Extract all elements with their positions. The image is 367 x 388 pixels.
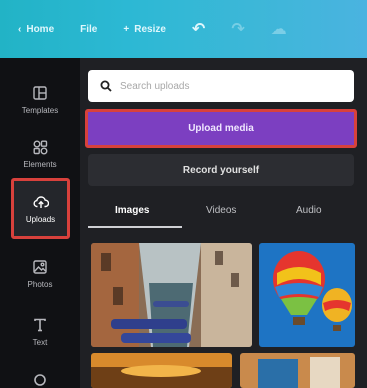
active-tab-indicator: [88, 226, 182, 228]
sidebar-item-templates[interactable]: Templates: [0, 72, 80, 128]
image-thumbnail[interactable]: [259, 243, 355, 347]
top-toolbar: ‹ Home File + Resize ↶ ↷ ☁: [0, 0, 367, 58]
home-label: Home: [26, 23, 55, 35]
tab-images[interactable]: Images: [115, 205, 149, 216]
image-thumbnail[interactable]: [91, 353, 232, 388]
cloud-icon: ☁: [270, 21, 287, 38]
sidebar-item-label: Text: [32, 338, 48, 347]
sidebar-item-photos[interactable]: Photos: [0, 246, 80, 302]
undo-icon[interactable]: ↶: [192, 19, 205, 39]
tab-videos[interactable]: Videos: [206, 205, 236, 216]
image-thumbnail[interactable]: [91, 243, 252, 347]
resize-label: Resize: [134, 23, 166, 35]
resize-button[interactable]: + Resize: [123, 24, 166, 35]
sidebar-item-elements[interactable]: Elements: [0, 126, 80, 182]
file-menu[interactable]: File: [80, 24, 97, 35]
record-yourself-button[interactable]: Record yourself: [88, 154, 354, 186]
search-input[interactable]: [120, 80, 340, 92]
plus-icon: +: [123, 23, 130, 35]
sunset-image: [91, 353, 232, 388]
sidebar-item-uploads[interactable]: Uploads: [14, 181, 67, 236]
sidebar-item-label: Elements: [23, 160, 57, 169]
upload-media-button[interactable]: Upload media: [85, 109, 357, 148]
elements-icon: [33, 140, 48, 155]
image-thumbnail[interactable]: [240, 353, 355, 388]
photos-icon: [33, 260, 47, 274]
venice-canal-image: [91, 243, 252, 347]
search-box[interactable]: [88, 70, 354, 102]
uploads-icon: [32, 195, 49, 208]
more-icon: [34, 374, 46, 386]
sidebar-item-text[interactable]: Text: [0, 304, 80, 360]
sidebar-item-label: Templates: [21, 106, 59, 115]
search-icon: [100, 80, 112, 92]
sidebar-item-label: Uploads: [25, 214, 56, 224]
tab-audio[interactable]: Audio: [296, 205, 322, 216]
blue-doorway-image: [240, 353, 355, 388]
sidebar-item-more[interactable]: [0, 360, 80, 388]
home-button[interactable]: ‹ Home: [18, 24, 54, 35]
sidebar-item-label: Photos: [27, 280, 53, 289]
hot-air-balloon-image: [259, 243, 355, 347]
media-tabs: Images Videos Audio: [88, 199, 354, 228]
templates-icon: [33, 86, 47, 100]
text-icon: [34, 318, 46, 332]
redo-icon[interactable]: ↷: [231, 19, 244, 39]
chevron-left-icon: ‹: [18, 23, 22, 35]
